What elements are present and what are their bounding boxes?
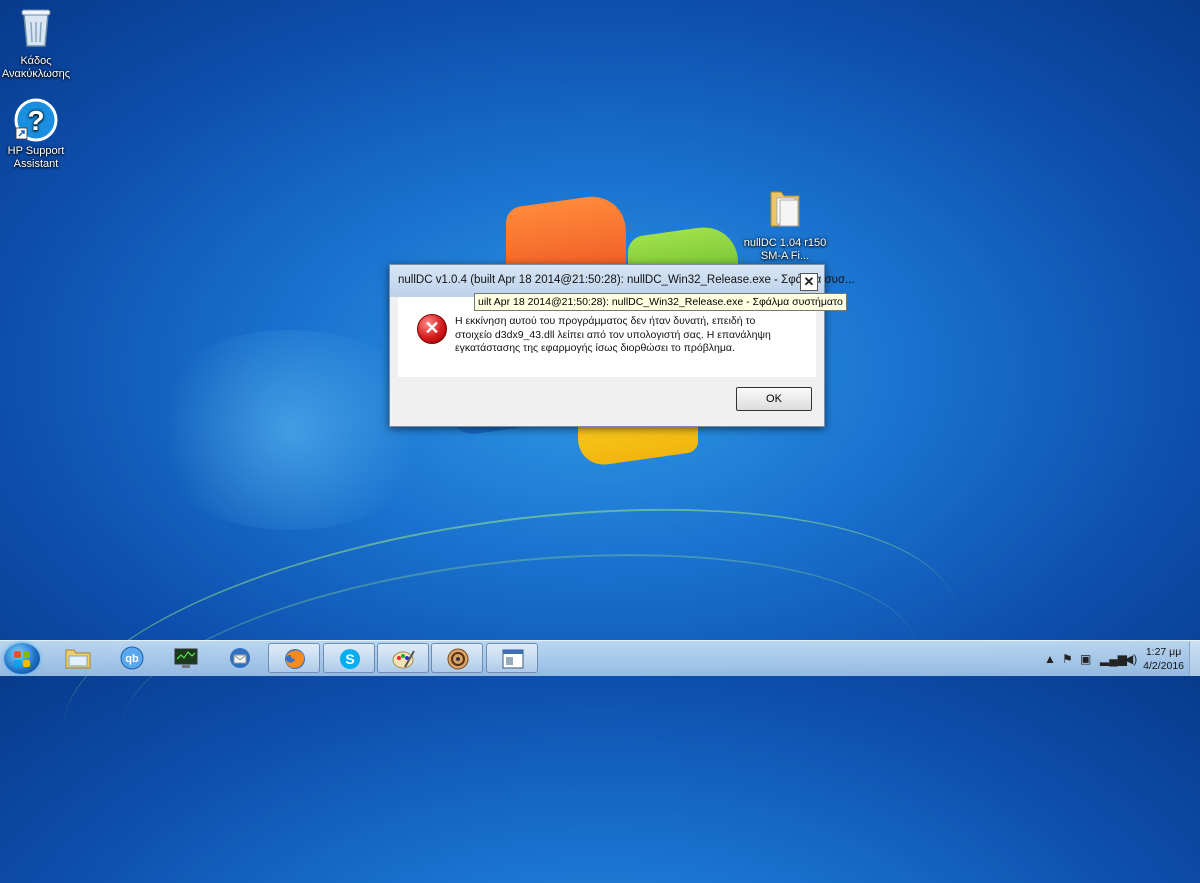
taskbar: qb S ▲ ⚑ ▣ ▂▄▆ ◀) 1:27 μμ 4/2/2016 [0,640,1200,676]
error-dialog: nullDC v1.0.4 (built Apr 18 2014@21:50:2… [389,264,855,427]
desktop-icon-nulldc-folder[interactable]: nullDC 1.04 r150 SM-A Fi... [742,186,828,263]
recycle-bin-icon [0,6,75,52]
hp-support-icon: ? [14,98,58,142]
monitor-icon [173,646,199,670]
show-desktop-button[interactable] [1189,641,1200,676]
volume-icon[interactable]: ◀) [1124,652,1137,666]
show-hidden-icons-icon[interactable]: ▲ [1044,652,1056,666]
network-signal-icon[interactable]: ▂▄▆ [1100,652,1127,666]
title-tooltip: uilt Apr 18 2014@21:50:28): nullDC_Win32… [474,293,847,311]
taskbar-qbittorrent[interactable]: qb [106,643,158,673]
disc-icon [445,647,471,671]
system-tray: ▲ ⚑ ▣ ▂▄▆ ◀) 1:27 μμ 4/2/2016 [1020,641,1200,676]
paint-icon [391,647,417,671]
start-button[interactable] [4,643,40,674]
svg-text:?: ? [27,105,44,136]
desktop-icon-recycle-bin[interactable]: Κάδος Ανακύκλωσης [0,6,75,81]
folder-icon [65,646,91,670]
thunderbird-icon [227,646,253,670]
taskbar-firefox[interactable] [268,643,320,673]
action-center-flag-icon[interactable]: ⚑ [1062,652,1073,666]
taskbar-explorer[interactable] [52,643,104,673]
desktop-icon-hp-support[interactable]: ? HP Support Assistant [0,98,75,171]
firefox-icon [282,647,308,671]
close-button[interactable]: ✕ [800,273,818,291]
dialog-footer: OK [398,377,816,418]
taskbar-system-monitor[interactable] [160,643,212,673]
taskbar-paint[interactable] [377,643,429,673]
qbittorrent-icon: qb [119,646,145,670]
taskbar-nulldc-window[interactable] [486,643,538,673]
taskbar-thunderbird[interactable] [214,643,266,673]
error-icon: ✕ [417,314,447,344]
ok-button[interactable]: OK [736,387,812,411]
close-icon: ✕ [803,274,815,289]
device-icon[interactable]: ▣ [1080,652,1091,666]
dialog-message: Η εκκίνηση αυτού του προγράμματος δεν ήτ… [455,315,771,354]
clock-date: 4/2/2016 [1143,660,1184,672]
skype-icon: S [337,647,363,671]
desktop-icon-label: nullDC 1.04 r150 SM-A Fi... [743,237,827,262]
svg-text:S: S [345,651,354,667]
svg-text:qb: qb [125,653,139,665]
window-icon [500,647,526,671]
taskbar-clock[interactable]: 1:27 μμ 4/2/2016 [1143,645,1184,673]
desktop-icon-label: Κάδος Ανακύκλωσης [1,55,71,80]
folder-icon [742,186,828,234]
taskbar-media-app[interactable] [431,643,483,673]
dialog-title: nullDC v1.0.4 (built Apr 18 2014@21:50:2… [398,274,855,286]
desktop-icon-label: HP Support Assistant [7,145,65,170]
taskbar-skype[interactable]: S [323,643,375,673]
clock-time: 1:27 μμ [1145,646,1182,658]
